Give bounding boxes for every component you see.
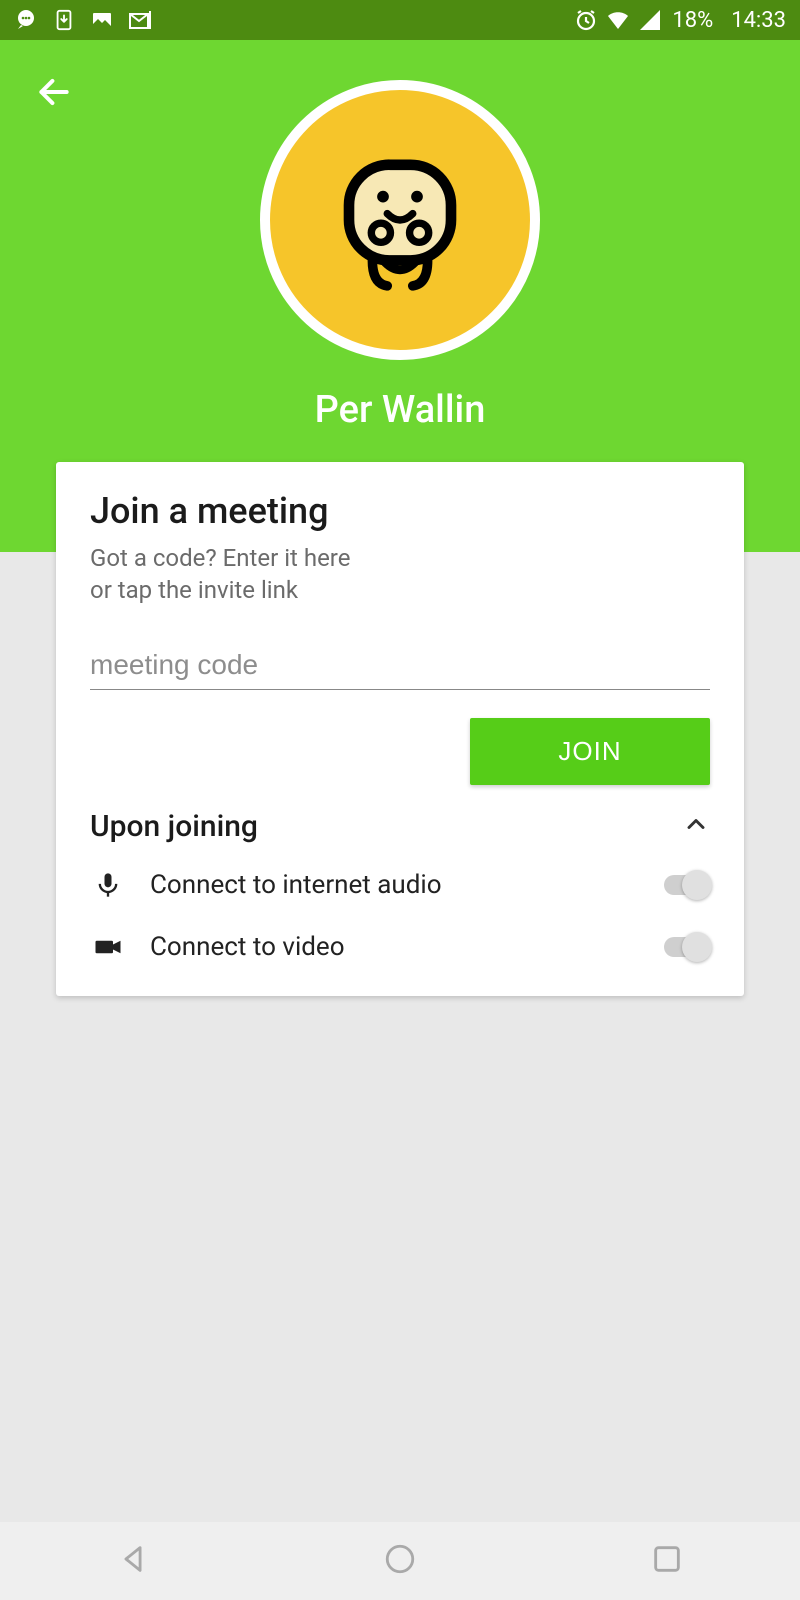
join-button[interactable]: JOIN [470, 718, 710, 785]
avatar [260, 80, 540, 360]
join-meeting-card: Join a meeting Got a code? Enter it here… [56, 462, 744, 996]
alarm-icon [574, 8, 598, 32]
nav-home-icon[interactable] [383, 1542, 417, 1580]
meeting-code-input[interactable] [90, 645, 710, 690]
option-audio-label: Connect to internet audio [150, 870, 640, 900]
option-audio-row: Connect to internet audio [90, 854, 710, 916]
microphone-icon [90, 871, 126, 899]
nav-recent-icon[interactable] [650, 1542, 684, 1580]
status-bar: 18% 14:33 [0, 0, 800, 40]
chevron-up-icon [682, 810, 710, 842]
battery-text: 18% [672, 8, 713, 33]
chat-notification-icon [14, 8, 38, 32]
video-icon [90, 932, 126, 962]
audio-toggle[interactable] [664, 875, 710, 895]
nav-back-icon[interactable] [116, 1542, 150, 1580]
gmail-icon [128, 8, 152, 32]
time-text: 14:33 [731, 8, 786, 33]
user-name: Per Wallin [315, 388, 486, 432]
card-subtitle: Got a code? Enter it here or tap the inv… [90, 542, 710, 607]
android-nav-bar [0, 1522, 800, 1600]
video-toggle[interactable] [664, 937, 710, 957]
image-icon [90, 8, 114, 32]
download-notification-icon [52, 8, 76, 32]
option-video-row: Connect to video [90, 916, 710, 978]
section-title: Upon joining [90, 809, 258, 844]
wifi-icon [606, 8, 630, 32]
cell-icon [638, 8, 662, 32]
upon-joining-toggle-header[interactable]: Upon joining [90, 809, 710, 844]
card-title: Join a meeting [90, 490, 710, 532]
back-button[interactable] [32, 70, 76, 114]
option-video-label: Connect to video [150, 932, 640, 962]
